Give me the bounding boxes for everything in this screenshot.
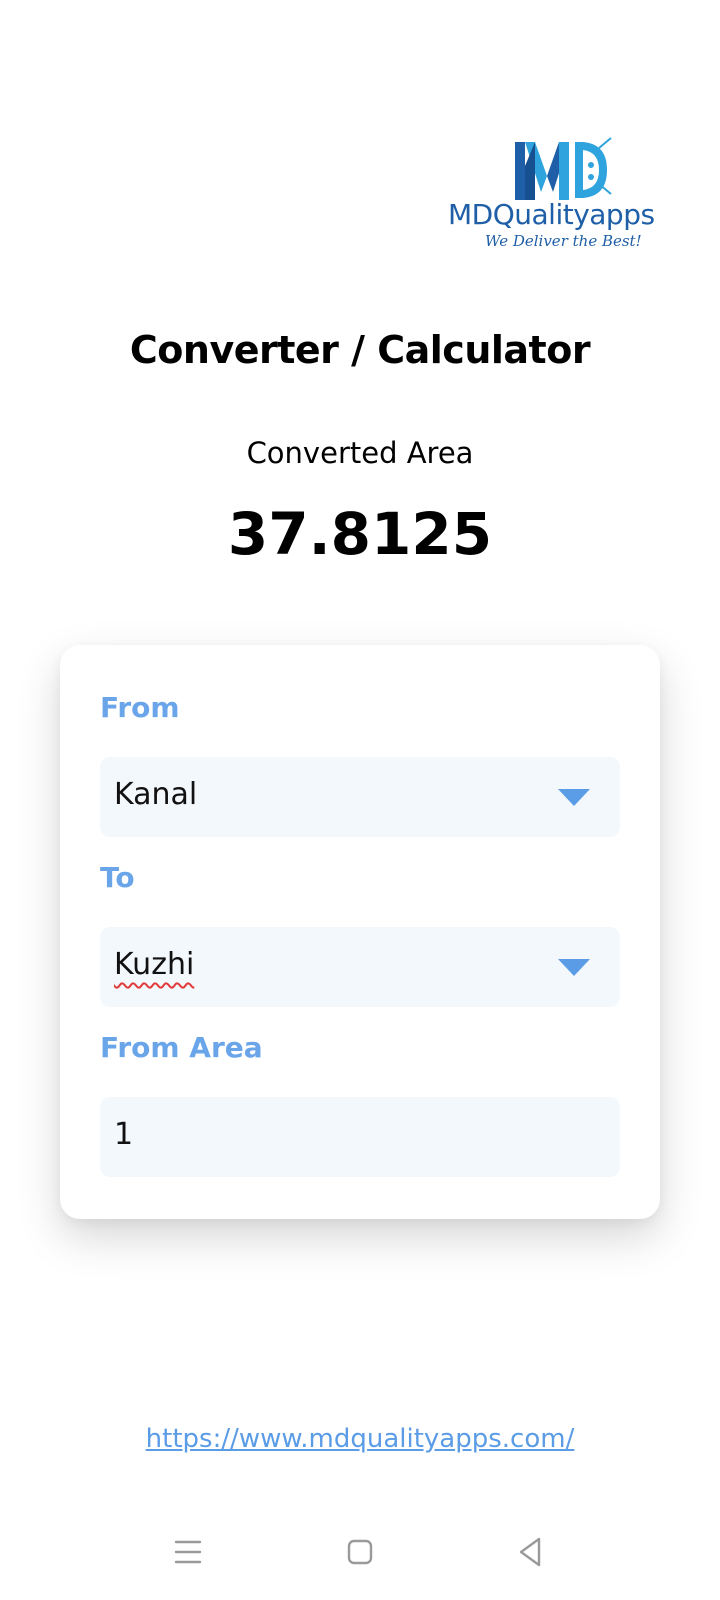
converted-area-value: 37.8125 [227,500,493,568]
back-icon[interactable] [508,1530,552,1574]
from-area-input[interactable]: 1 [100,1097,620,1177]
home-icon[interactable] [338,1530,382,1574]
to-unit-label: To [100,861,135,894]
app-logo: MDQualityapps We Deliver the Best! [448,132,678,252]
to-unit-dropdown[interactable]: Kuzhi [100,927,620,1007]
logo-brand-name: MDQualityapps [448,198,655,231]
md-logo-mark-icon [515,137,612,200]
converter-card: From Kanal To Kuzhi From Area 1 [60,645,660,1219]
from-unit-dropdown[interactable]: Kanal [100,757,620,837]
dropdown-arrow-icon [558,789,590,806]
converted-area-label: Converted Area [246,436,474,470]
to-unit-selected-value: Kuzhi [114,947,195,982]
from-unit-label: From [100,691,180,724]
from-area-label: From Area [100,1031,263,1064]
dropdown-arrow-icon [558,959,590,976]
logo-tagline: We Deliver the Best! [485,232,642,250]
menu-icon[interactable] [166,1530,210,1574]
system-navigation-bar [0,1530,720,1580]
from-area-input-value: 1 [114,1117,134,1152]
page-title: Converter / Calculator [129,328,591,372]
from-unit-selected-value: Kanal [114,777,198,812]
website-link[interactable]: https://www.mdqualityapps.com/ [0,1424,720,1454]
